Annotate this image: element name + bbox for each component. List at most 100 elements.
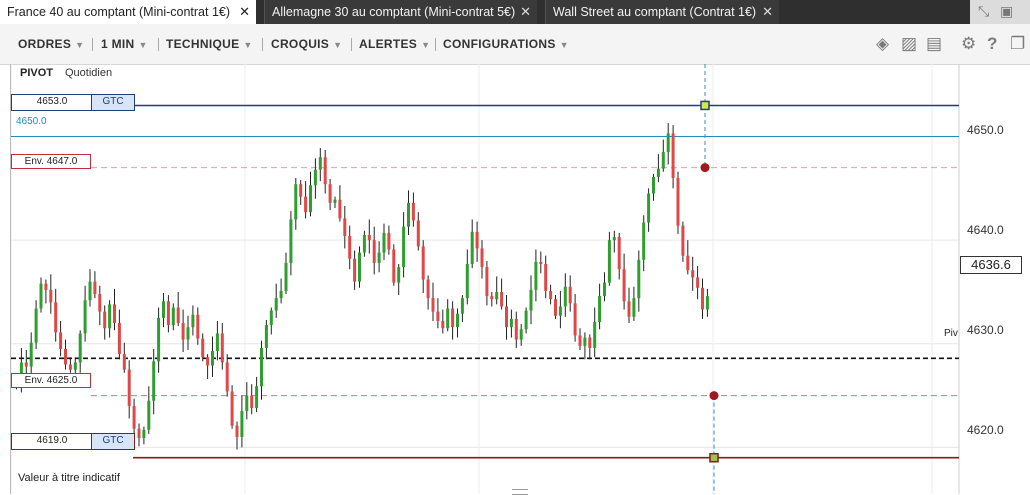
- menu-label: ALERTES: [359, 37, 418, 51]
- candle-body: [299, 184, 303, 197]
- candle-body: [44, 283, 48, 290]
- tab-bar: France 40 au comptant (Mini-contrat 1€) …: [0, 0, 1030, 24]
- candle-body: [264, 325, 268, 348]
- candle-body: [279, 290, 283, 299]
- menu-configurations[interactable]: CONFIGURATIONS ▼: [443, 37, 569, 51]
- candle-body: [598, 296, 602, 322]
- candle-body: [54, 302, 58, 333]
- candle-body: [607, 240, 611, 283]
- candle-body: [588, 337, 592, 348]
- candle-body: [24, 362, 28, 367]
- candle-body: [681, 225, 685, 256]
- resize-handle[interactable]: [512, 489, 528, 495]
- candle-body: [500, 291, 504, 307]
- caret-down-icon: ▼: [75, 40, 85, 50]
- candle-body: [539, 261, 543, 264]
- y-tick-label: 4620.0: [967, 423, 1004, 437]
- window-controls: ⤡ ▣: [970, 0, 1030, 24]
- candle-body: [627, 301, 631, 317]
- candle-body: [509, 318, 513, 328]
- candle-body: [661, 152, 665, 169]
- candle-body: [470, 231, 474, 264]
- tab-label: Wall Street au comptant (Contrat 1€): [553, 5, 757, 19]
- candle-body: [460, 298, 464, 314]
- candle-body: [416, 220, 420, 247]
- candle-body: [83, 300, 87, 334]
- order-tif[interactable]: GTC: [91, 433, 135, 450]
- help-icon[interactable]: ?: [987, 34, 997, 54]
- candle-body: [113, 304, 116, 324]
- envelope-upper-tag[interactable]: Env. 4647.0: [11, 154, 91, 169]
- close-icon[interactable]: ✕: [520, 0, 531, 24]
- close-icon[interactable]: ✕: [239, 0, 250, 24]
- candle-body: [230, 391, 234, 426]
- candle-body: [407, 202, 410, 227]
- candle-body: [220, 333, 224, 363]
- order-markers: [700, 64, 719, 494]
- candle-body: [206, 357, 210, 366]
- candle-body: [632, 298, 636, 317]
- chart-grid: [11, 64, 960, 494]
- candle-body: [485, 267, 489, 297]
- tab-wall-street[interactable]: Wall Street au comptant (Contrat 1€) ✕: [545, 0, 779, 24]
- gear-icon[interactable]: ⚙: [961, 34, 976, 54]
- candle-body: [235, 425, 239, 438]
- candle-body: [436, 311, 440, 321]
- expand-icon[interactable]: ⤡: [978, 3, 989, 20]
- pivot-label: Piv: [944, 328, 958, 339]
- close-icon[interactable]: ✕: [762, 0, 773, 24]
- candle-body: [534, 261, 538, 290]
- tab-allemagne-30[interactable]: Allemagne 30 au comptant (Mini-contrat 5…: [264, 0, 537, 24]
- price-chart[interactable]: [11, 64, 1030, 494]
- restore-icon[interactable]: ▣: [1000, 3, 1013, 20]
- menu-label: ORDRES: [18, 37, 72, 51]
- order-price[interactable]: 4653.0: [11, 94, 93, 111]
- candle-body: [117, 323, 121, 355]
- order-tif[interactable]: GTC: [91, 94, 135, 111]
- candle-body: [274, 298, 278, 311]
- candle-body: [49, 289, 53, 303]
- candle-body: [431, 298, 435, 312]
- candle-body: [642, 222, 646, 260]
- y-tick-label: 4630.0: [967, 323, 1004, 337]
- candle-body: [475, 231, 479, 249]
- candle-body: [696, 277, 700, 288]
- candle-body: [705, 296, 709, 310]
- menu-technique[interactable]: TECHNIQUE ▼: [166, 37, 253, 51]
- menu-ordres[interactable]: ORDRES ▼: [18, 37, 84, 51]
- candle-body: [39, 283, 43, 309]
- candle-body: [59, 332, 63, 349]
- candle-body: [211, 351, 214, 366]
- print-icon[interactable]: ▤: [926, 34, 942, 54]
- layers-icon[interactable]: ◈: [876, 34, 889, 54]
- menu-alertes[interactable]: ALERTES ▼: [359, 37, 430, 51]
- order-handle-bottom: [709, 452, 719, 463]
- candle-body: [318, 157, 322, 170]
- chart-menu-bar: ORDRES ▼ 1 MIN ▼ TECHNIQUE ▼ CROQUIS ▼ ALERT…: [0, 24, 1030, 65]
- candle-body: [563, 286, 567, 307]
- tab-france-40[interactable]: France 40 au comptant (Mini-contrat 1€) …: [0, 0, 256, 24]
- menu-timeframe[interactable]: 1 MIN ▼: [101, 37, 148, 51]
- current-price-badge: 4636.6: [960, 256, 1022, 274]
- candle-body: [328, 184, 332, 203]
- candle-body: [451, 308, 455, 328]
- candle-body: [137, 428, 141, 439]
- envelope-lower-tag[interactable]: Env. 4625.0: [11, 373, 91, 388]
- caret-down-icon: ▼: [138, 40, 148, 50]
- popout-icon[interactable]: ❐: [1010, 34, 1025, 54]
- candle-body: [142, 429, 146, 439]
- candle-body: [191, 314, 195, 328]
- image-icon[interactable]: ▨: [901, 34, 917, 54]
- candle-body: [362, 234, 366, 253]
- candle-body: [578, 335, 582, 346]
- candle-body: [622, 269, 626, 302]
- candle-body: [255, 386, 259, 408]
- candle-body: [358, 252, 361, 282]
- candle-body: [157, 317, 161, 362]
- candle-body: [603, 282, 606, 297]
- candle-body: [88, 281, 92, 301]
- candle-body: [309, 185, 312, 213]
- menu-label: CONFIGURATIONS: [443, 37, 556, 51]
- menu-croquis[interactable]: CROQUIS ▼: [271, 37, 342, 51]
- order-price[interactable]: 4619.0: [11, 433, 93, 450]
